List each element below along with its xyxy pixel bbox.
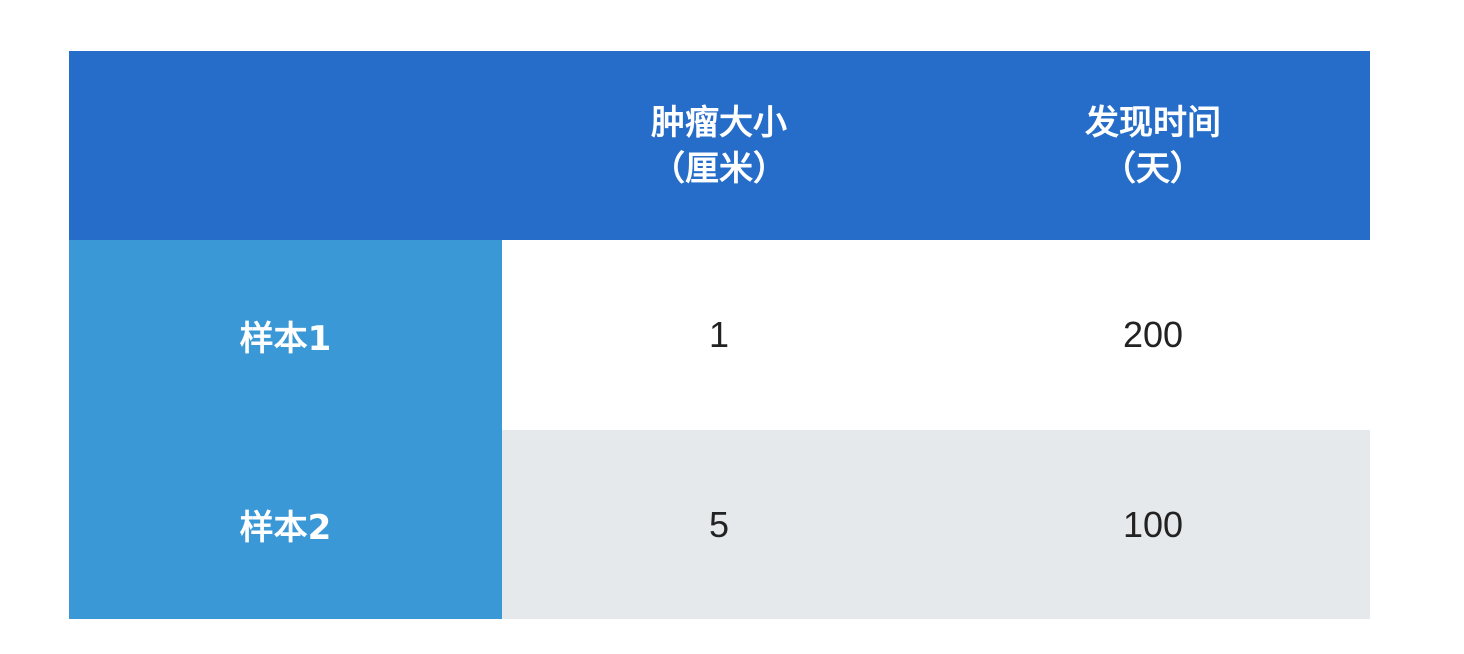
column-header-detection-time-title: 发现时间 bbox=[1085, 102, 1221, 143]
column-header-detection-time-unit: （天） bbox=[1102, 148, 1204, 189]
row-label-sample-1: 样本1 bbox=[69, 240, 502, 430]
cell-sample-2-tumor-size: 5 bbox=[502, 430, 936, 619]
column-header-tumor-size-title: 肿瘤大小 bbox=[651, 102, 787, 143]
row-label-sample-2: 样本2 bbox=[69, 430, 502, 619]
column-header-tumor-size: 肿瘤大小 （厘米） bbox=[502, 51, 936, 240]
column-header-tumor-size-unit: （厘米） bbox=[651, 148, 787, 189]
cell-sample-1-detection-time: 200 bbox=[936, 240, 1370, 430]
header-corner-cell bbox=[69, 51, 502, 240]
cell-sample-2-detection-time: 100 bbox=[936, 430, 1370, 619]
page: 肿瘤大小 （厘米） 发现时间 （天） 样本1 1 200 样本2 5 100 bbox=[0, 0, 1464, 654]
column-header-detection-time: 发现时间 （天） bbox=[936, 51, 1370, 240]
cell-sample-1-tumor-size: 1 bbox=[502, 240, 936, 430]
data-table: 肿瘤大小 （厘米） 发现时间 （天） 样本1 1 200 样本2 5 100 bbox=[69, 51, 1370, 619]
